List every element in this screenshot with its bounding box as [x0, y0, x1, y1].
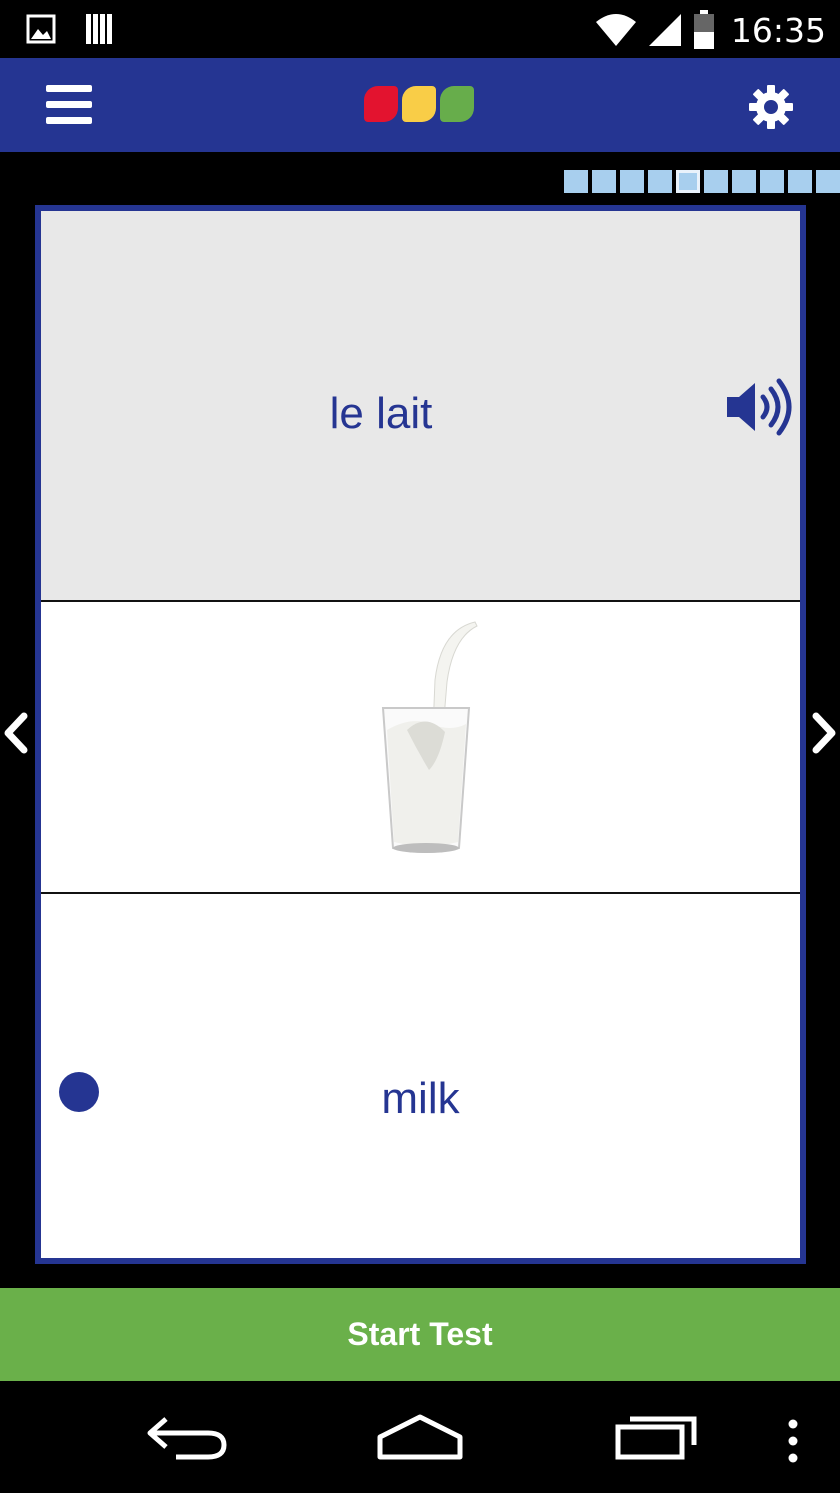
image-section	[41, 602, 800, 894]
storage-icon	[86, 14, 112, 44]
progress-segment-current	[676, 170, 700, 193]
chevron-left-icon[interactable]	[0, 712, 30, 754]
progress-segment	[620, 170, 644, 193]
battery-icon	[693, 10, 714, 49]
logo-green-shape	[440, 86, 474, 122]
glass-of-milk-image	[381, 621, 478, 853]
speaker-icon[interactable]	[725, 377, 795, 437]
translation-section[interactable]: milk	[41, 894, 800, 1258]
home-icon[interactable]	[376, 1411, 464, 1461]
foreign-word: le lait	[329, 389, 433, 438]
image-icon	[26, 14, 56, 44]
back-icon[interactable]	[146, 1411, 228, 1461]
status-bar: 16:35	[0, 0, 840, 58]
app-bar	[0, 58, 840, 152]
progress-segment	[816, 170, 840, 193]
progress-segment	[760, 170, 784, 193]
progress-segment	[732, 170, 756, 193]
start-test-button[interactable]: Start Test	[0, 1288, 840, 1381]
flashcard: le lait milk	[35, 205, 806, 1264]
progress-segment	[592, 170, 616, 193]
wifi-icon	[595, 14, 636, 46]
overflow-menu-icon[interactable]	[786, 1419, 800, 1463]
app-logo	[364, 86, 474, 122]
system-nav-bar	[0, 1381, 840, 1493]
progress-indicator	[564, 170, 840, 193]
logo-yellow-shape	[402, 86, 436, 122]
chevron-right-icon[interactable]	[810, 712, 840, 754]
gear-icon[interactable]	[748, 84, 794, 130]
hamburger-menu-icon[interactable]	[46, 85, 94, 125]
word-section[interactable]: le lait	[41, 211, 800, 602]
progress-segment	[648, 170, 672, 193]
signal-icon	[648, 14, 681, 46]
translation-word: milk	[381, 1074, 460, 1123]
progress-segment	[704, 170, 728, 193]
status-clock: 16:35	[730, 10, 826, 50]
recents-icon[interactable]	[614, 1411, 698, 1461]
progress-segment	[564, 170, 588, 193]
logo-red-shape	[364, 86, 398, 122]
progress-segment	[788, 170, 812, 193]
